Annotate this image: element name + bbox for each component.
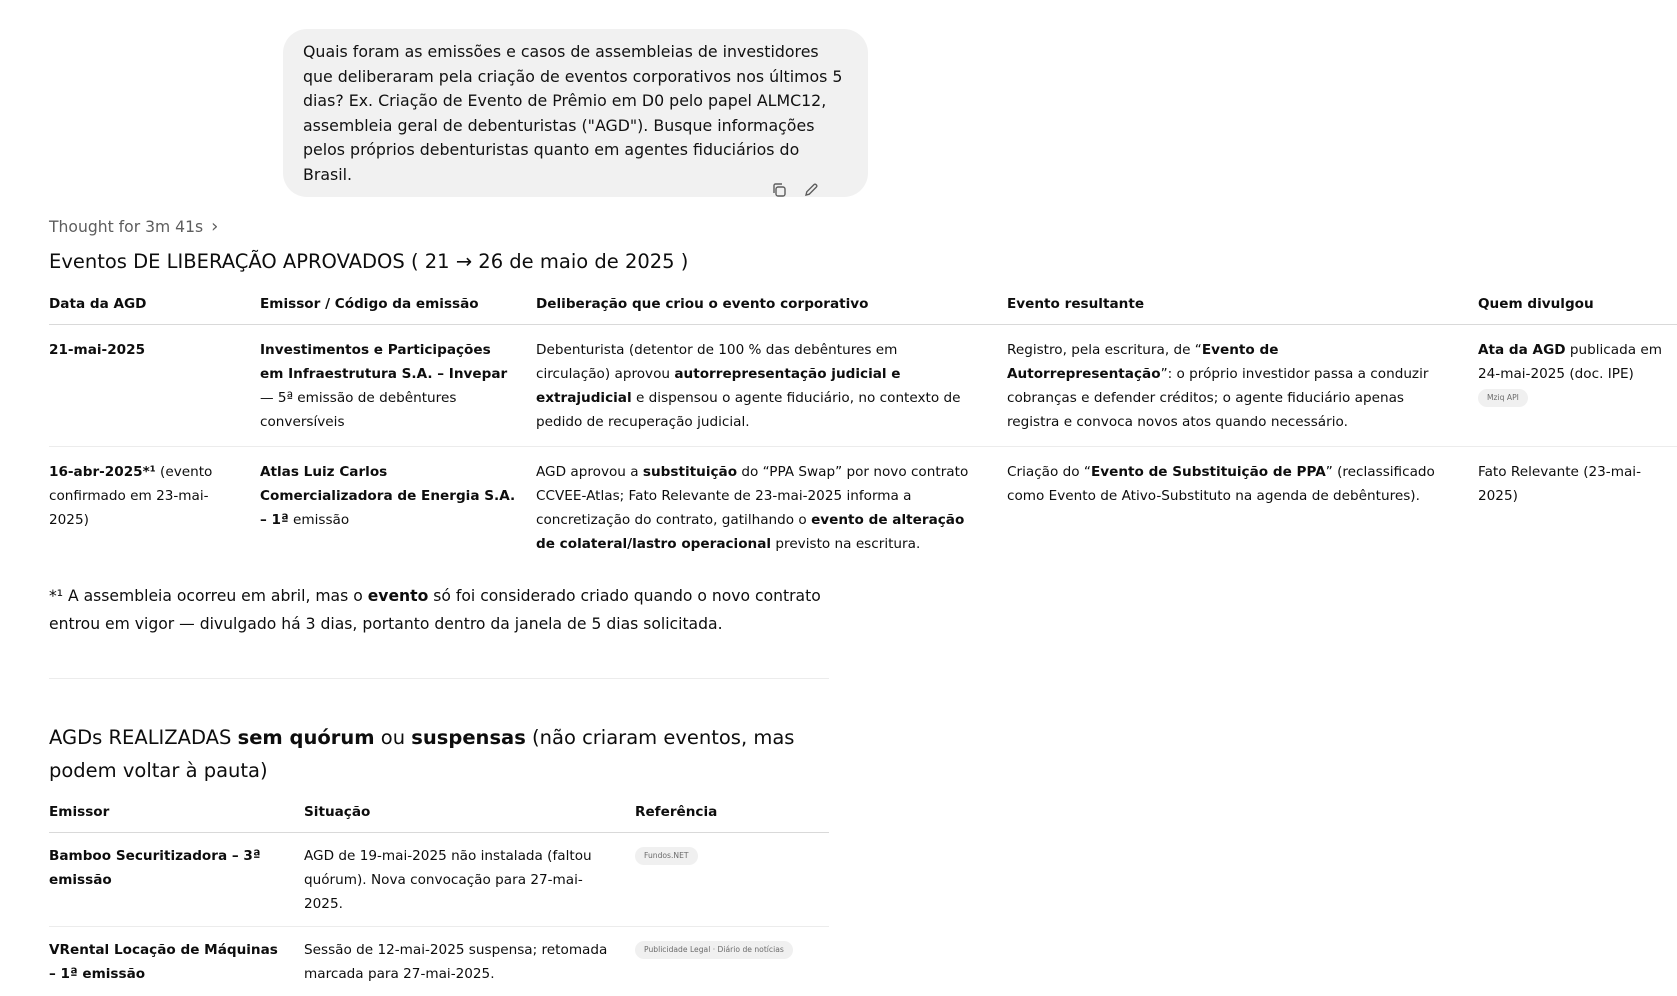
events-table: Data da AGD Emissor / Código da emissão … bbox=[49, 288, 1677, 568]
table-row: 21-mai-2025 Investimentos e Participaçõe… bbox=[49, 325, 1677, 447]
copy-icon[interactable] bbox=[770, 181, 788, 199]
section1-title: Eventos DE LIBERAÇÃO APROVADOS ( 21 → 26… bbox=[49, 250, 688, 273]
chevron-right-icon: › bbox=[211, 216, 218, 237]
cell-issuer: Bamboo Securitizadora – 3ª emissão bbox=[49, 833, 304, 927]
source-pill[interactable]: Mziq API bbox=[1478, 389, 1528, 407]
cell-source: Fato Relevante (23-mai-2025) bbox=[1478, 447, 1677, 569]
cell-issuer: VRental Locação de Máquinas – 1ª emissão bbox=[49, 927, 304, 996]
thought-label: Thought for 3m 41s bbox=[49, 218, 203, 236]
divider bbox=[49, 678, 829, 679]
cell-date: 16-abr-2025*¹ (evento confirmado em 23-m… bbox=[49, 447, 260, 569]
col-header-deliberation: Deliberação que criou o evento corporati… bbox=[536, 288, 1007, 325]
footnote: *¹ A assembleia ocorreu em abril, mas o … bbox=[49, 582, 829, 638]
section2-title: AGDs REALIZADAS sem quórum ou suspensas … bbox=[49, 721, 829, 787]
col-header-issuer: Emissor / Código da emissão bbox=[260, 288, 536, 325]
col-header-source: Quem divulgou bbox=[1478, 288, 1677, 325]
agd-table: Emissor Situação Referência Bamboo Secur… bbox=[49, 796, 829, 996]
col-header-reference: Referência bbox=[635, 796, 829, 833]
table-row: VRental Locação de Máquinas – 1ª emissão… bbox=[49, 927, 829, 996]
cell-reference: Fundos.NET bbox=[635, 833, 829, 927]
edit-icon[interactable] bbox=[802, 181, 820, 199]
user-message-bubble: Quais foram as emissões e casos de assem… bbox=[283, 29, 868, 197]
message-actions bbox=[770, 181, 820, 199]
table-row: Bamboo Securitizadora – 3ª emissão AGD d… bbox=[49, 833, 829, 927]
cell-deliberation: AGD aprovou a substituição do “PPA Swap”… bbox=[536, 447, 1007, 569]
cell-status: Sessão de 12-mai-2025 suspensa; retomada… bbox=[304, 927, 635, 996]
cell-event: Registro, pela escritura, de “Evento de … bbox=[1007, 325, 1478, 447]
reference-pill[interactable]: Publicidade Legal · Diário de notícias bbox=[635, 941, 793, 959]
reference-pill[interactable]: Fundos.NET bbox=[635, 847, 698, 865]
col-header-date: Data da AGD bbox=[49, 288, 260, 325]
col-header-status: Situação bbox=[304, 796, 635, 833]
cell-status: AGD de 19-mai-2025 não instalada (faltou… bbox=[304, 833, 635, 927]
cell-issuer: Atlas Luiz Carlos Comercializadora de En… bbox=[260, 447, 536, 569]
thought-toggle[interactable]: Thought for 3m 41s › bbox=[49, 216, 218, 237]
col-header-event: Evento resultante bbox=[1007, 288, 1478, 325]
cell-event: Criação do “Evento de Substituição de PP… bbox=[1007, 447, 1478, 569]
cell-source: Ata da AGD publicada em 24-mai-2025 (doc… bbox=[1478, 325, 1677, 447]
cell-deliberation: Debenturista (detentor de 100 % das debê… bbox=[536, 325, 1007, 447]
col-header-issuer: Emissor bbox=[49, 796, 304, 833]
cell-issuer: Investimentos e Participações em Infraes… bbox=[260, 325, 536, 447]
cell-date: 21-mai-2025 bbox=[49, 325, 260, 447]
cell-reference: Publicidade Legal · Diário de notícias bbox=[635, 927, 829, 996]
table-row: 16-abr-2025*¹ (evento confirmado em 23-m… bbox=[49, 447, 1677, 569]
user-message-text: Quais foram as emissões e casos de assem… bbox=[303, 42, 842, 184]
